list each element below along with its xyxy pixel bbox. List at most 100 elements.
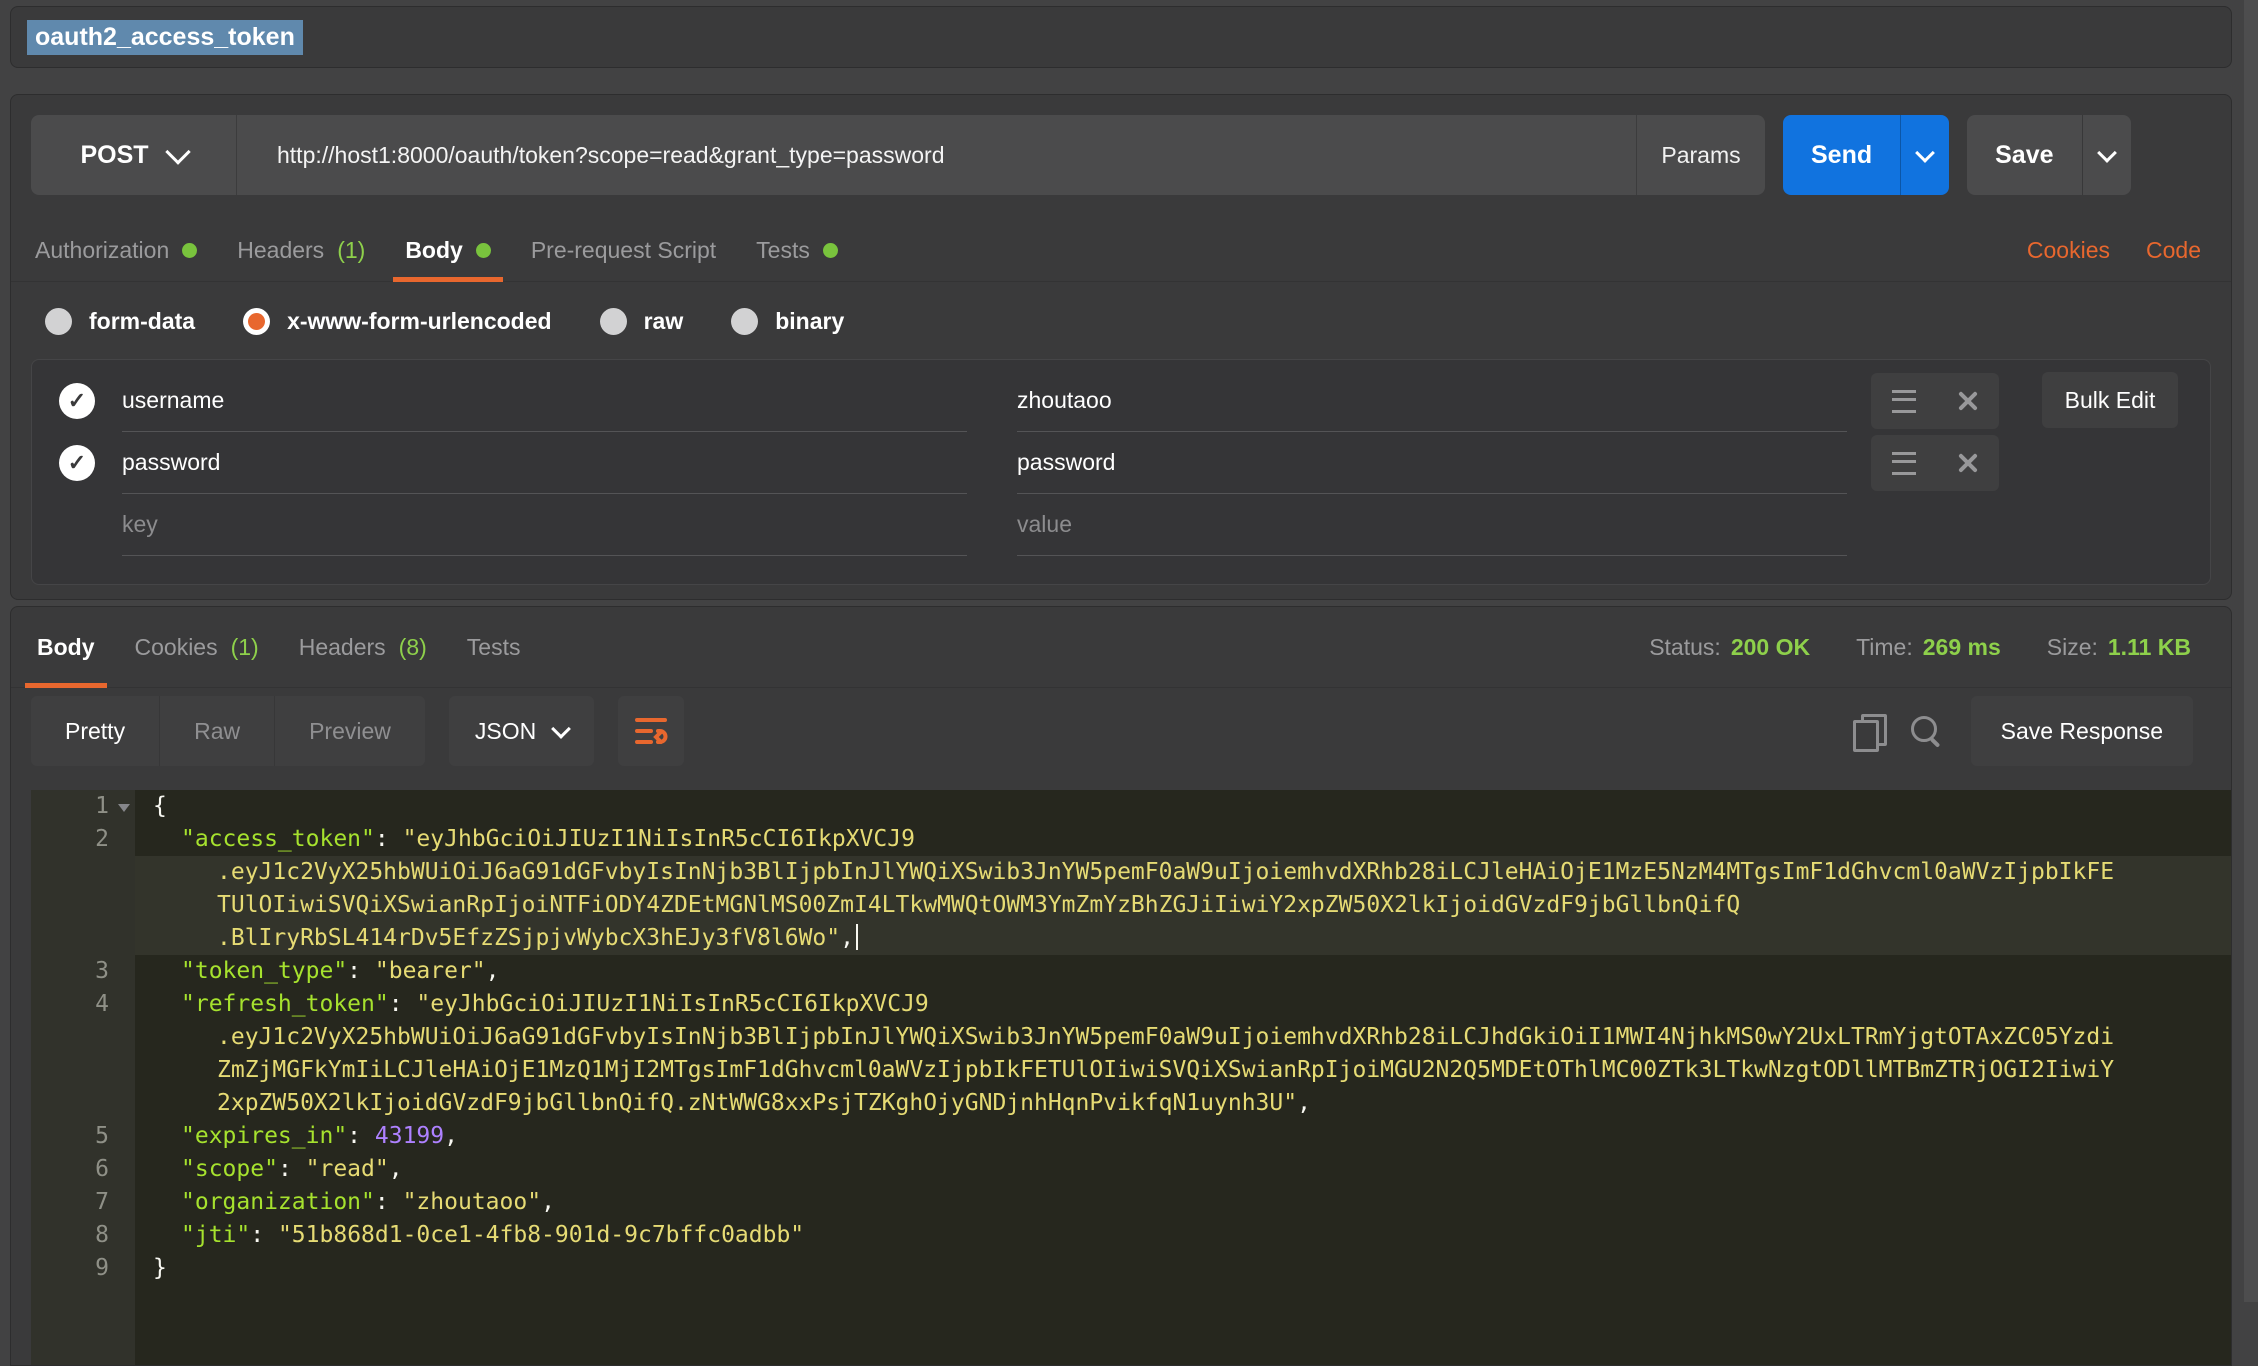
token: "jti" (181, 1222, 250, 1248)
green-dot-icon (823, 243, 838, 258)
row-enabled-checkbox[interactable]: ✓ (59, 445, 95, 481)
kv-value-field[interactable]: password (1017, 432, 1847, 494)
token: "51b868d1-0ce1-4fb8-901d-9c7bffc0adbb" (278, 1222, 804, 1248)
request-links: Cookies Code (2027, 237, 2223, 264)
code-text: "jti": "51b868d1-0ce1-4fb8-901d-9c7bffc0… (135, 1219, 2231, 1252)
code-text: TUlOIiwiSVQiXSwianRpIjoiNTFiODY4ZDEtMGNl… (135, 889, 2231, 922)
body-mode-x-www-form-urlencoded[interactable]: x-www-form-urlencoded (243, 308, 552, 335)
code-text: "access_token": "eyJhbGciOiJIUzI1NiIsInR… (135, 823, 2231, 856)
token: , (389, 1156, 403, 1182)
response-tab-headers[interactable]: Headers(8) (283, 607, 443, 687)
line-number (31, 1054, 135, 1087)
token: : (375, 1189, 403, 1215)
kv-value-field[interactable]: zhoutaoo (1017, 370, 1847, 432)
line-number: 5 (31, 1120, 135, 1153)
cookies-link[interactable]: Cookies (2027, 237, 2110, 264)
tab-headers[interactable]: Headers(1) (221, 219, 381, 281)
kv-key-field[interactable]: username (122, 370, 967, 432)
kv-value-field[interactable]: value (1017, 494, 1847, 556)
request-title-bar: oauth2_access_token (10, 6, 2232, 68)
url-bar: POST http://host1:8000/oauth/token?scope… (31, 115, 1765, 195)
view-mode-preview[interactable]: Preview (275, 696, 425, 766)
radio-icon (731, 308, 758, 335)
response-meta: Status:200 OKTime:269 msSize:1.11 KB (1649, 634, 2231, 661)
tab-body[interactable]: Body (389, 219, 507, 281)
meta-value: 1.11 KB (2108, 634, 2191, 660)
params-button[interactable]: Params (1637, 115, 1765, 195)
save-response-button[interactable]: Save Response (1971, 696, 2193, 766)
radio-icon (243, 308, 270, 335)
token: "bearer" (375, 958, 486, 984)
body-mode-form-data[interactable]: form-data (45, 308, 195, 335)
token: "token_type" (181, 958, 347, 984)
copy-icon[interactable] (1853, 714, 1881, 748)
code-line: ZmZjMGFkYmIiLCJleHAiOjE1MzQ1MjI2MTgsImF1… (31, 1054, 2231, 1087)
code-text: "token_type": "bearer", (135, 955, 2231, 988)
line-number (31, 889, 135, 922)
tab-label: Authorization (35, 237, 169, 264)
bulk-edit-button[interactable]: Bulk Edit (2042, 372, 2178, 428)
tab-label: Cookies (135, 634, 218, 661)
request-tabs: Authorization Headers(1)BodyPre-request S… (11, 219, 2231, 282)
meta-size: Size:1.11 KB (2047, 634, 2191, 661)
code-line: 1{ (31, 790, 2231, 823)
save-button[interactable]: Save (1967, 115, 2081, 195)
tab-pre-request-script[interactable]: Pre-request Script (515, 219, 732, 281)
request-title[interactable]: oauth2_access_token (27, 20, 303, 55)
code-line: .eyJ1c2VyX25hbWUiOiJ6aG91dGFvbyIsInNjb3B… (31, 856, 2231, 889)
send-options-button[interactable] (1900, 115, 1949, 195)
delete-row-icon[interactable] (1957, 390, 1979, 412)
token: .eyJ1c2VyX25hbWUiOiJ6aG91dGFvbyIsInNjb3B… (217, 1024, 2114, 1050)
response-tab-tests[interactable]: Tests (451, 607, 537, 687)
line-number: 7 (31, 1186, 135, 1219)
code-line: 5"expires_in": 43199, (31, 1120, 2231, 1153)
tab-authorization[interactable]: Authorization (19, 219, 213, 281)
send-button[interactable]: Send (1783, 115, 1900, 195)
response-body-editor[interactable]: 1{2"access_token": "eyJhbGciOiJIUzI1NiIs… (31, 790, 2231, 1365)
tab-tests[interactable]: Tests (740, 219, 854, 281)
tab-count-badge: (1) (231, 634, 259, 661)
row-enabled-checkbox[interactable]: ✓ (59, 383, 95, 419)
token: : (389, 991, 417, 1017)
meta-status: Status:200 OK (1649, 634, 1810, 661)
kv-row: ✓ password password (32, 432, 2210, 494)
search-icon[interactable] (1909, 714, 1943, 748)
window-scrollbar[interactable] (2244, 0, 2258, 1302)
code-line: 2xpZW50X2lkIjoidGVzdF9jbGllbnQifQ.zNtWWG… (31, 1087, 2231, 1120)
token: "eyJhbGciOiJIUzI1NiIsInR5cCI6IkpXVCJ9 (403, 826, 915, 852)
tab-label: Tests (467, 634, 521, 661)
token: "organization" (181, 1189, 375, 1215)
body-mode-binary[interactable]: binary (731, 308, 844, 335)
drag-handle-icon[interactable] (1892, 390, 1916, 413)
line-number (31, 1021, 135, 1054)
code-text: .eyJ1c2VyX25hbWUiOiJ6aG91dGFvbyIsInNjb3B… (135, 1021, 2231, 1054)
drag-handle-icon[interactable] (1892, 452, 1916, 475)
token: , (1297, 1090, 1311, 1116)
fold-caret-icon[interactable] (118, 804, 130, 812)
code-line: 8"jti": "51b868d1-0ce1-4fb8-901d-9c7bffc… (31, 1219, 2231, 1252)
urlencoded-editor: ✓usernamezhoutaoo✓passwordpasswordkeyval… (31, 359, 2211, 585)
body-mode-raw[interactable]: raw (600, 308, 684, 335)
code-text: .BlIryRbSL414rDv5EfzZSjpjvWybcX3hEJy3fV8… (135, 922, 2231, 955)
format-dropdown[interactable]: JSON (449, 696, 594, 766)
url-input[interactable]: http://host1:8000/oauth/token?scope=read… (237, 115, 1636, 195)
token: : (347, 958, 375, 984)
line-number: 2 (31, 823, 135, 856)
save-options-button[interactable] (2082, 115, 2131, 195)
kv-key-field[interactable]: password (122, 432, 967, 494)
wrap-text-button[interactable] (618, 696, 684, 766)
method-dropdown[interactable]: POST (31, 115, 236, 195)
token: , (840, 925, 854, 951)
code-text: { (135, 790, 2231, 823)
response-tab-body[interactable]: Body (21, 607, 111, 687)
view-mode-pretty[interactable]: Pretty (31, 696, 160, 766)
code-link[interactable]: Code (2146, 237, 2201, 264)
token: : (375, 826, 403, 852)
kv-key-field[interactable]: key (122, 494, 967, 556)
view-mode-raw[interactable]: Raw (160, 696, 275, 766)
line-number (31, 1087, 135, 1120)
response-tab-cookies[interactable]: Cookies (1) (119, 607, 275, 687)
radio-icon (45, 308, 72, 335)
delete-row-icon[interactable] (1957, 452, 1979, 474)
token: : (278, 1156, 306, 1182)
